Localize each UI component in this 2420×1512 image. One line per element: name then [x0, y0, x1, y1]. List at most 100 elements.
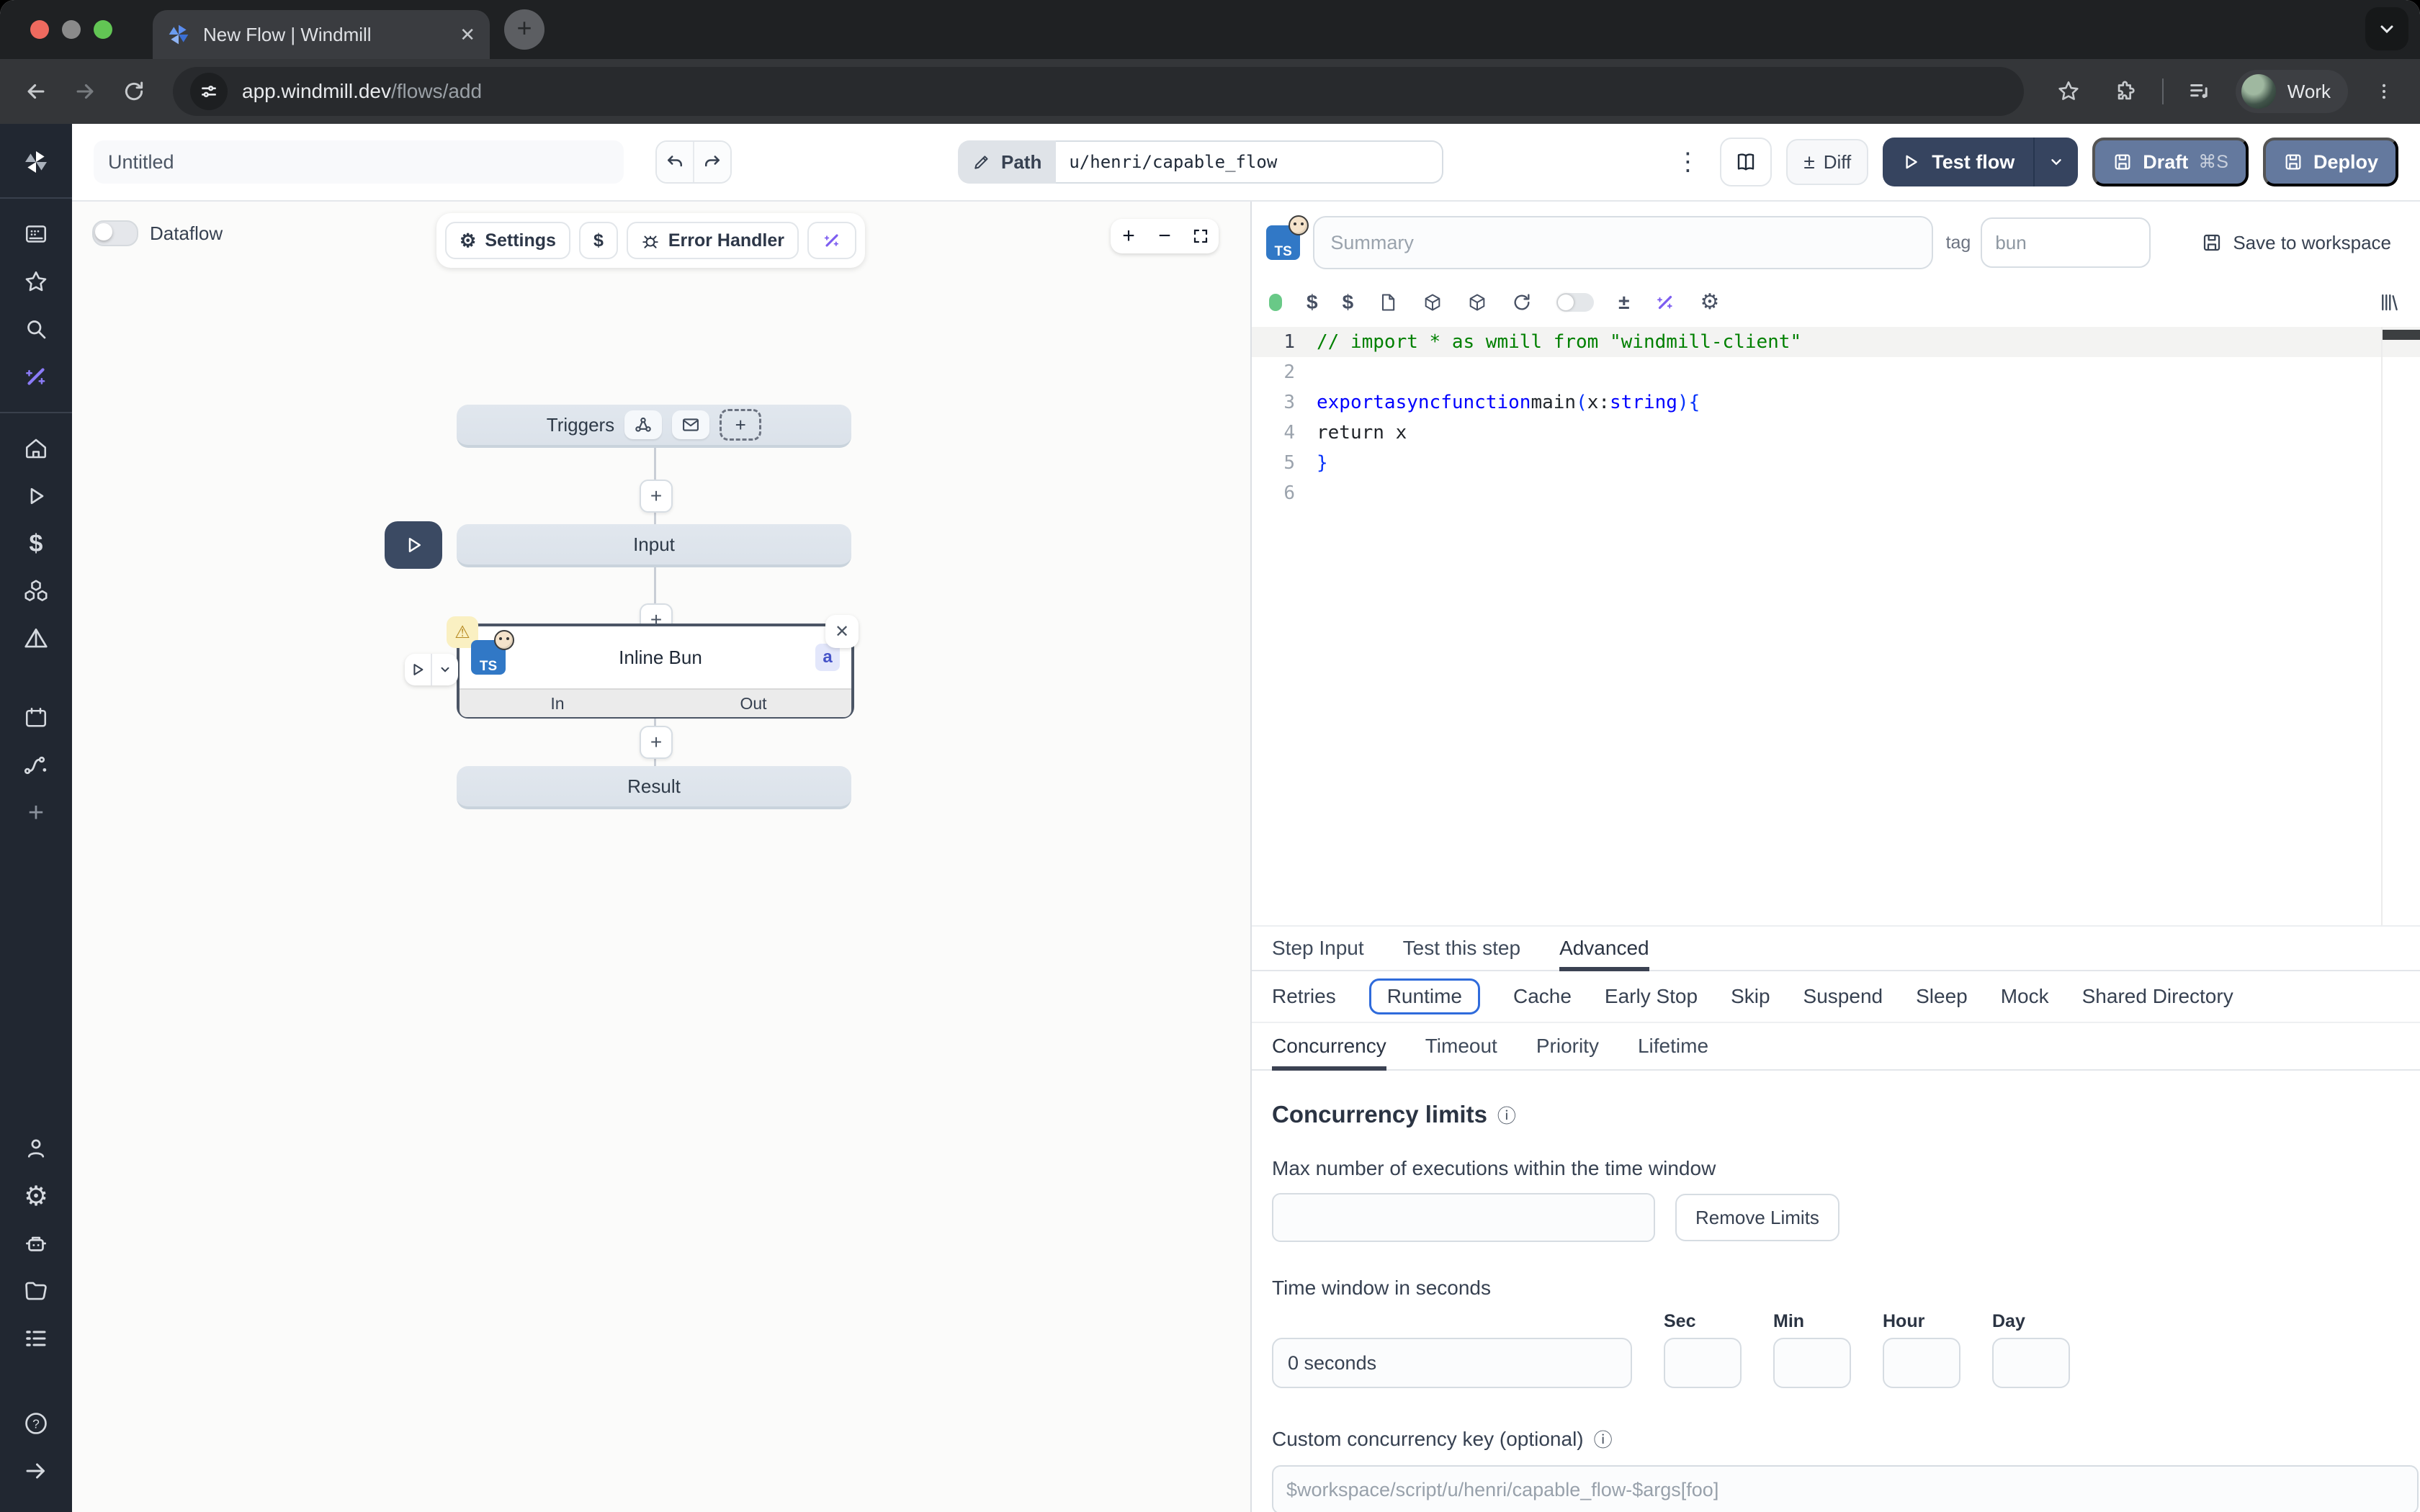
editor-toggle[interactable]: [1556, 293, 1594, 312]
min-input[interactable]: [1773, 1338, 1851, 1388]
run-step-dropdown-icon[interactable]: [431, 654, 458, 685]
code-line[interactable]: 4 return x: [1252, 418, 2420, 448]
custom-concurrency-key-input[interactable]: [1272, 1465, 2419, 1512]
docs-book-icon[interactable]: [1720, 138, 1772, 186]
sidebar-item-workers[interactable]: [0, 1220, 72, 1267]
sidebar-item-folders[interactable]: [0, 1267, 72, 1315]
summary-input[interactable]: [1313, 216, 1932, 269]
step-node-inline-bun[interactable]: ⚠ ✕ TS Inline Bun a In: [457, 624, 854, 719]
tab-skip[interactable]: Skip: [1731, 981, 1770, 1012]
sidebar-item-user[interactable]: [0, 1125, 72, 1172]
close-window-button[interactable]: [30, 20, 49, 39]
flow-settings-button[interactable]: ⚙Settings: [445, 222, 570, 259]
sidebar-item-variables[interactable]: $: [0, 520, 72, 567]
deploy-button[interactable]: Deploy: [2263, 138, 2398, 186]
flow-canvas[interactable]: Dataflow ⚙Settings $ Error Handler + −: [72, 202, 1250, 1512]
fullscreen-window-button[interactable]: [94, 20, 112, 39]
test-flow-dropdown[interactable]: [2033, 138, 2078, 186]
undo-icon[interactable]: [657, 142, 693, 182]
diff-icon[interactable]: ±: [1618, 291, 1629, 314]
run-step-icon[interactable]: [405, 654, 431, 685]
editor-scrollbar[interactable]: [2383, 330, 2420, 340]
webhook-trigger-icon[interactable]: [624, 410, 662, 439]
sidebar-item-runs[interactable]: [0, 472, 72, 520]
sidebar-item-favorites[interactable]: [0, 258, 72, 305]
run-from-input-button[interactable]: [385, 521, 442, 569]
add-trigger-button[interactable]: +: [720, 409, 761, 441]
dataflow-toggle[interactable]: [92, 220, 138, 246]
code-editor[interactable]: 1// import * as wmill from "windmill-cli…: [1252, 327, 2420, 927]
bookmark-star-icon[interactable]: [2047, 70, 2090, 113]
ai-assistant-icon[interactable]: [0, 353, 72, 400]
more-menu-icon[interactable]: ⋮: [1670, 148, 1706, 176]
diff-button[interactable]: ±Diff: [1786, 139, 1868, 185]
draft-button[interactable]: Draft⌘S: [2092, 138, 2249, 186]
tab-concurrency[interactable]: Concurrency: [1272, 1023, 1386, 1071]
sidebar-item-home[interactable]: [0, 425, 72, 472]
help-icon[interactable]: ?: [0, 1400, 72, 1447]
extensions-icon[interactable]: [2105, 70, 2148, 113]
editor-settings-icon[interactable]: ⚙: [1700, 289, 1720, 315]
chrome-menu-icon[interactable]: [2362, 70, 2406, 113]
code-line[interactable]: 2: [1252, 357, 2420, 387]
tab-mock[interactable]: Mock: [2001, 981, 2049, 1012]
tab-sleep[interactable]: Sleep: [1916, 981, 1968, 1012]
email-trigger-icon[interactable]: [672, 410, 709, 439]
reload-icon[interactable]: [112, 70, 156, 113]
input-node[interactable]: Input: [457, 524, 851, 567]
save-to-workspace-button[interactable]: Save to workspace: [2201, 232, 2391, 254]
tab-close-icon[interactable]: ✕: [460, 24, 475, 46]
reload-script-icon[interactable]: [1512, 292, 1532, 312]
delete-step-icon[interactable]: ✕: [825, 615, 859, 648]
tab-test-this-step[interactable]: Test this step: [1403, 927, 1520, 971]
sidebar-item-logs[interactable]: [0, 1315, 72, 1362]
redo-icon[interactable]: [693, 142, 730, 182]
sidebar-item-schedules[interactable]: [0, 615, 72, 662]
code-line[interactable]: 5}: [1252, 448, 2420, 478]
script-file-icon[interactable]: [1378, 292, 1398, 312]
sidebar-item-resources[interactable]: [0, 567, 72, 615]
expand-sidebar-icon[interactable]: [0, 1447, 72, 1495]
tab-retries[interactable]: Retries: [1272, 981, 1336, 1012]
sidebar-add-button[interactable]: +: [0, 789, 72, 837]
zoom-out-button[interactable]: −: [1147, 219, 1183, 253]
ai-edit-icon[interactable]: [1654, 292, 1676, 313]
tab-cache[interactable]: Cache: [1513, 981, 1572, 1012]
sidebar-item-apps[interactable]: [0, 210, 72, 258]
media-controls-icon[interactable]: [2178, 70, 2221, 113]
tab-early-stop[interactable]: Early Stop: [1605, 981, 1698, 1012]
remove-limits-button[interactable]: Remove Limits: [1675, 1194, 1839, 1241]
sidebar-item-settings[interactable]: ⚙: [0, 1172, 72, 1220]
new-tab-button[interactable]: +: [504, 9, 544, 50]
forward-icon[interactable]: [63, 70, 107, 113]
library-icon[interactable]: [2378, 292, 2400, 313]
info-icon[interactable]: ⓘ: [1594, 1426, 1613, 1452]
path-label[interactable]: Path: [958, 140, 1056, 184]
hour-input[interactable]: [1883, 1338, 1960, 1388]
zoom-in-button[interactable]: +: [1111, 219, 1147, 253]
path-input[interactable]: [1056, 140, 1443, 184]
sec-input[interactable]: [1664, 1338, 1742, 1388]
tab-suspend[interactable]: Suspend: [1803, 981, 1883, 1012]
code-line[interactable]: 1// import * as wmill from "windmill-cli…: [1252, 327, 2420, 357]
info-icon[interactable]: ⓘ: [1497, 1102, 1516, 1128]
test-flow-button[interactable]: Test flow: [1883, 138, 2078, 186]
tab-priority[interactable]: Priority: [1536, 1023, 1599, 1071]
resource-picker-icon[interactable]: $: [1343, 291, 1354, 314]
result-node[interactable]: Result: [457, 766, 851, 809]
error-handler-button[interactable]: Error Handler: [627, 222, 799, 259]
code-line[interactable]: 6: [1252, 478, 2420, 508]
variable-picker-icon[interactable]: $: [1307, 291, 1318, 314]
window-controls[interactable]: [30, 20, 112, 39]
tab-lifetime[interactable]: Lifetime: [1638, 1023, 1708, 1071]
url-bar[interactable]: app.windmill.dev/flows/add: [173, 67, 2024, 116]
insert-step-button[interactable]: +: [640, 480, 673, 513]
flow-variables-button[interactable]: $: [579, 222, 618, 259]
browser-tab[interactable]: New Flow | Windmill ✕: [153, 10, 490, 59]
search-icon[interactable]: [0, 305, 72, 353]
tab-step-input[interactable]: Step Input: [1272, 927, 1364, 971]
back-icon[interactable]: [14, 70, 58, 113]
windmill-logo[interactable]: [0, 138, 72, 186]
step-in-label[interactable]: In: [460, 690, 655, 717]
triggers-node[interactable]: Triggers +: [457, 405, 851, 448]
